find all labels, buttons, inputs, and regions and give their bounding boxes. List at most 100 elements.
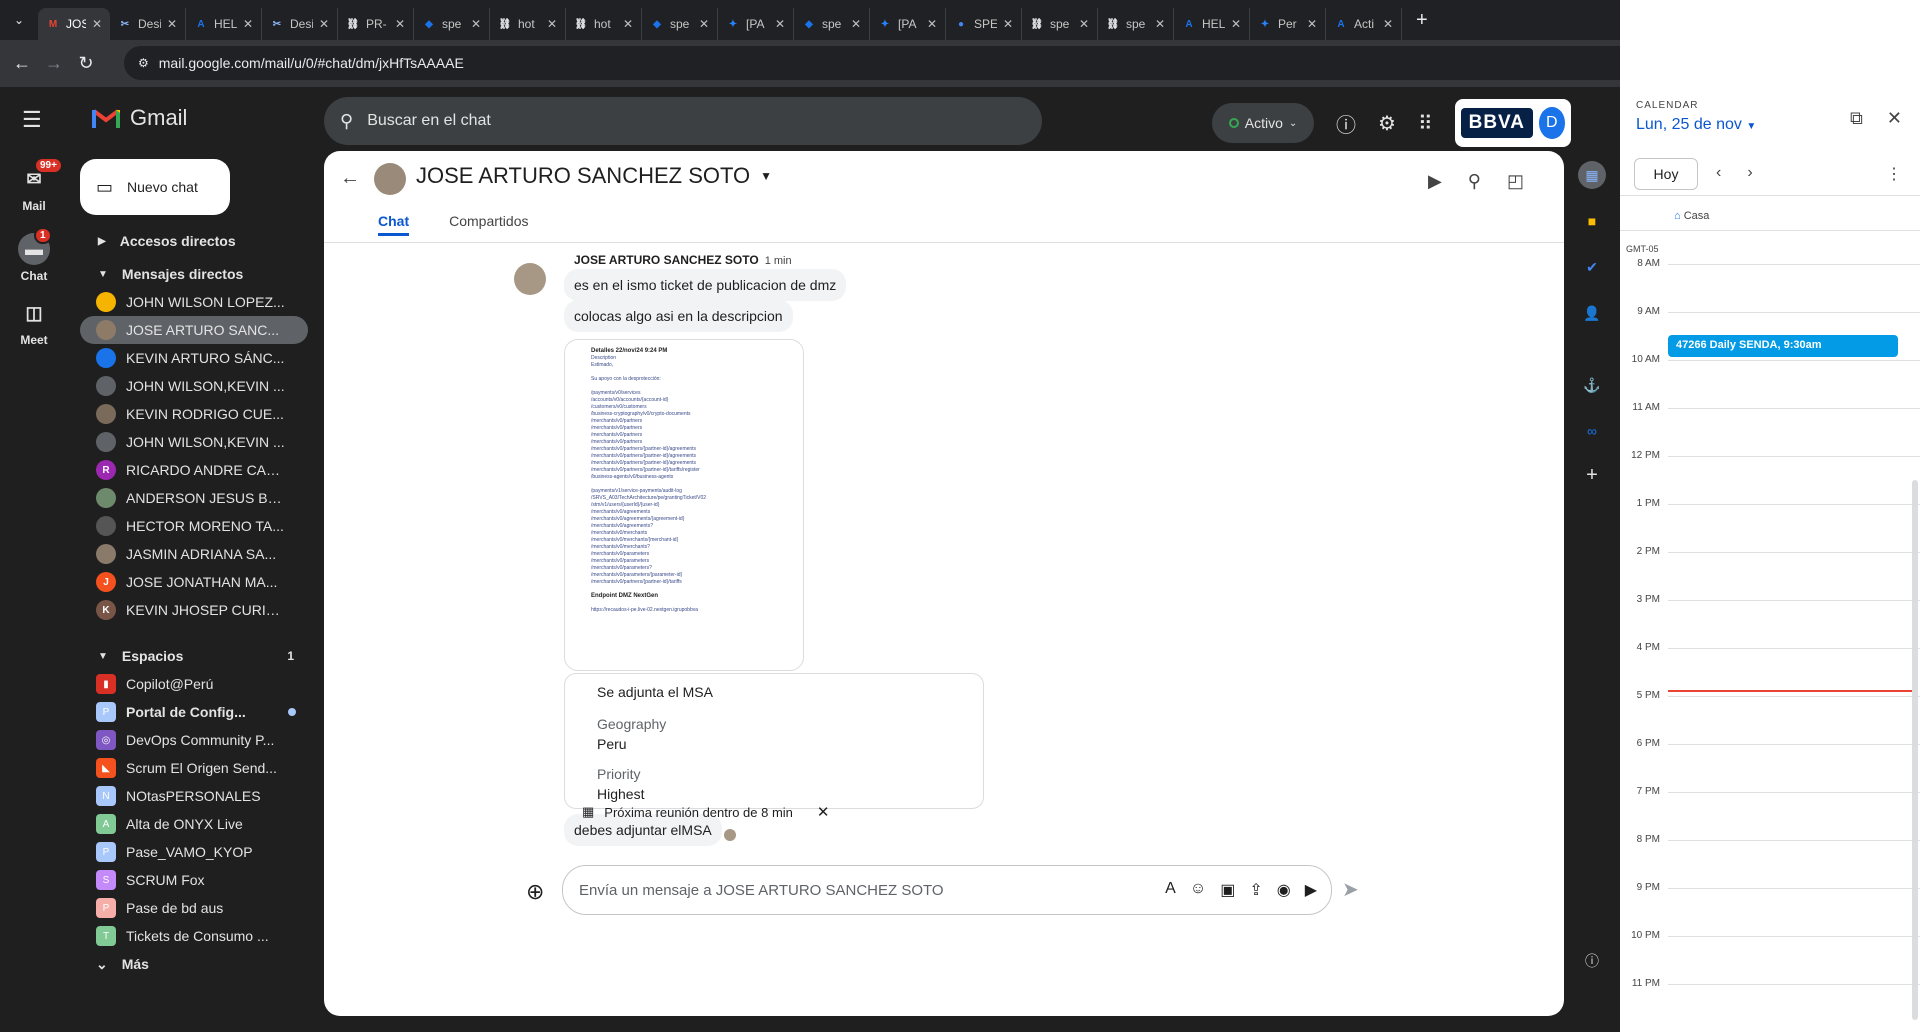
tab-shared[interactable]: Compartidos: [449, 213, 528, 236]
tab-close-icon[interactable]: ✕: [92, 17, 102, 31]
open-in-new-icon[interactable]: ⧉: [1850, 108, 1863, 129]
tasks-icon[interactable]: ✔: [1580, 255, 1604, 279]
keep-icon[interactable]: ■: [1580, 209, 1604, 233]
popout-icon[interactable]: ◰: [1507, 171, 1524, 192]
search-input[interactable]: ⚲ Buscar en el chat: [324, 97, 1042, 145]
hour-row[interactable]: 1 PM: [1620, 498, 1920, 552]
contacts-icon[interactable]: 👤: [1580, 301, 1604, 325]
rail-chat[interactable]: ▬ 1 Chat: [0, 227, 68, 283]
new-tab-icon[interactable]: +: [1402, 9, 1442, 32]
browser-tab[interactable]: ✂ Desi ✕: [110, 8, 186, 40]
next-day-icon[interactable]: ›: [1747, 164, 1752, 182]
hour-row[interactable]: 5 PM: [1620, 690, 1920, 744]
prev-day-icon[interactable]: ‹: [1716, 164, 1721, 182]
browser-tab[interactable]: ✦ [PA ✕: [870, 8, 946, 40]
video-call-icon[interactable]: ▶: [1428, 171, 1442, 192]
browser-tab[interactable]: ✂ Desi ✕: [262, 8, 338, 40]
chat-title[interactable]: JOSE ARTURO SANCHEZ SOTO ▼: [416, 163, 772, 189]
dm-item[interactable]: JASMIN ADRIANA SA...: [68, 540, 308, 568]
account-switcher[interactable]: BBVA D: [1454, 99, 1571, 147]
search-in-chat-icon[interactable]: ⚲: [1468, 171, 1481, 192]
tab-close-icon[interactable]: ✕: [927, 17, 937, 31]
tab-close-icon[interactable]: ✕: [1079, 17, 1089, 31]
space-item[interactable]: N NOtasPERSONALES: [68, 782, 308, 810]
hour-row[interactable]: 8 PM: [1620, 834, 1920, 888]
hour-row[interactable]: 6 PM: [1620, 738, 1920, 792]
hour-row[interactable]: 3 PM: [1620, 594, 1920, 648]
emoji-icon[interactable]: ☺: [1190, 880, 1206, 900]
browser-tab[interactable]: ◆ spe ✕: [414, 8, 490, 40]
hour-row[interactable]: 9 PM: [1620, 882, 1920, 936]
hour-row[interactable]: 12 PM: [1620, 450, 1920, 504]
back-arrow-icon[interactable]: ←: [340, 167, 360, 190]
tab-close-icon[interactable]: ✕: [623, 17, 633, 31]
tab-close-icon[interactable]: ✕: [395, 17, 405, 31]
rail-mail[interactable]: ✉ 99+ Mail: [0, 157, 68, 213]
tab-close-icon[interactable]: ✕: [1003, 17, 1013, 31]
send-icon[interactable]: ➤: [1342, 877, 1359, 902]
browser-tab[interactable]: ✦ [PA ✕: [718, 8, 794, 40]
spaces-section[interactable]: ▼ Espacios 1: [68, 642, 308, 670]
close-panel-icon[interactable]: ✕: [1887, 108, 1902, 129]
browser-tab[interactable]: A HEL ✕: [186, 8, 262, 40]
hour-row[interactable]: 7 PM: [1620, 786, 1920, 840]
message-input[interactable]: Envía un mensaje a JOSE ARTURO SANCHEZ S…: [562, 865, 1332, 915]
account-avatar[interactable]: D: [1539, 107, 1565, 139]
hour-row[interactable]: 8 AM: [1620, 258, 1920, 312]
tab-close-icon[interactable]: ✕: [1231, 17, 1241, 31]
hide-panel-icon[interactable]: ⓘ: [1580, 949, 1604, 973]
browser-tab[interactable]: ● SPE ✕: [946, 8, 1022, 40]
addon-icon[interactable]: ⚓: [1580, 373, 1604, 397]
space-item[interactable]: P Pase_VAMO_KYOP: [68, 838, 308, 866]
tab-close-icon[interactable]: ✕: [547, 17, 557, 31]
tab-close-icon[interactable]: ✕: [851, 17, 861, 31]
reload-icon[interactable]: ↻: [70, 53, 102, 74]
record-icon[interactable]: ◉: [1277, 880, 1291, 900]
tab-close-icon[interactable]: ✕: [1155, 17, 1165, 31]
upload-icon[interactable]: ⇪: [1249, 880, 1262, 900]
browser-tab[interactable]: ⛓ spe ✕: [1098, 8, 1174, 40]
close-icon[interactable]: ✕: [817, 803, 830, 821]
space-item[interactable]: P Pase de bd aus: [68, 894, 308, 922]
browser-tab[interactable]: A HEL ✕: [1174, 8, 1250, 40]
url-field[interactable]: ⚙ mail.google.com/mail/u/0/#chat/dm/jxHf…: [124, 46, 1740, 80]
back-icon[interactable]: ←: [6, 53, 38, 74]
space-item[interactable]: ◣ Scrum El Origen Send...: [68, 754, 308, 782]
webex-icon[interactable]: ∞: [1580, 419, 1604, 443]
dm-item[interactable]: R RICARDO ANDRE CAR...: [68, 456, 308, 484]
browser-tab[interactable]: ✦ Per ✕: [1250, 8, 1326, 40]
tab-close-icon[interactable]: ✕: [699, 17, 709, 31]
space-item[interactable]: T Tickets de Consumo ...: [68, 922, 308, 950]
forward-icon[interactable]: →: [38, 53, 70, 74]
tab-chat[interactable]: Chat: [378, 213, 410, 236]
main-menu-icon[interactable]: ☰: [22, 107, 42, 133]
dm-item[interactable]: JOSE ARTURO SANC...: [80, 316, 308, 344]
rail-meet[interactable]: ◫ Meet: [0, 297, 68, 348]
browser-tab[interactable]: ⛓ hot ✕: [490, 8, 566, 40]
gif-icon[interactable]: ▣: [1220, 880, 1235, 900]
tab-close-icon[interactable]: ✕: [775, 17, 785, 31]
screenshot-attachment[interactable]: Detalles 22/nov/24 9:24 PM Description Est…: [564, 339, 804, 671]
tab-close-icon[interactable]: ✕: [1307, 17, 1317, 31]
calendar-scrollbar[interactable]: [1912, 480, 1918, 1020]
new-chat-button[interactable]: ▭ Nuevo chat: [80, 159, 230, 215]
space-item[interactable]: A Alta de ONYX Live: [68, 810, 308, 838]
shortcuts-section[interactable]: ▶ Accesos directos: [68, 227, 308, 255]
dm-item[interactable]: HECTOR MORENO TA...: [68, 512, 308, 540]
browser-tab[interactable]: ◆ spe ✕: [794, 8, 870, 40]
more-button[interactable]: ⌄ Más: [68, 950, 308, 978]
dm-item[interactable]: JOHN WILSON,KEVIN ...: [68, 372, 308, 400]
space-item[interactable]: ◎ DevOps Community P...: [68, 726, 308, 754]
browser-tab[interactable]: ⛓ PR- ✕: [338, 8, 414, 40]
video-clip-icon[interactable]: ▶: [1305, 880, 1317, 900]
hour-row[interactable]: 11 AM: [1620, 402, 1920, 456]
hour-row[interactable]: 10 PM: [1620, 930, 1920, 984]
dm-item[interactable]: KEVIN RODRIGO CUE...: [68, 400, 308, 428]
space-item[interactable]: ▮ Copilot@Perú: [68, 670, 308, 698]
browser-tab[interactable]: A Acti ✕: [1326, 8, 1402, 40]
hour-row[interactable]: 4 PM: [1620, 642, 1920, 696]
browser-tab[interactable]: ⛓ hot ✕: [566, 8, 642, 40]
tab-close-icon[interactable]: ✕: [167, 17, 177, 31]
calendar-app-icon[interactable]: ▦: [1578, 161, 1606, 189]
browser-tab[interactable]: ◆ spe ✕: [642, 8, 718, 40]
